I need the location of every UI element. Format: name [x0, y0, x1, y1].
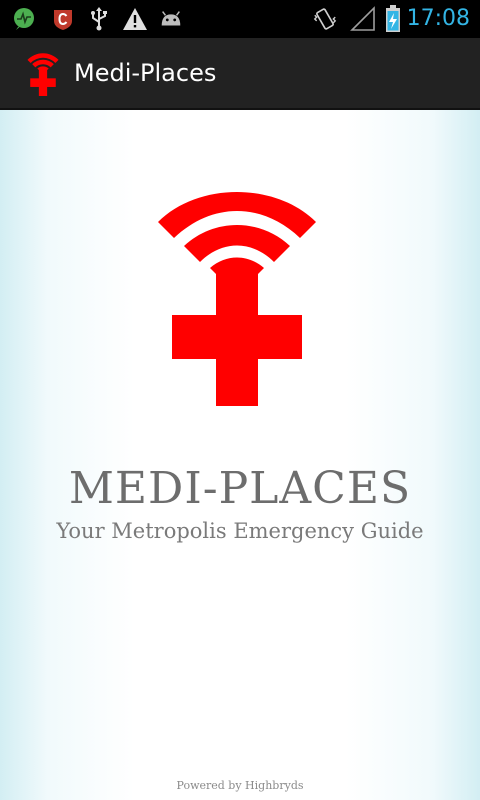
powered-by-footer: Powered by Highbryds	[176, 779, 304, 792]
splash-screen[interactable]: MEDI-PLACES Your Metropolis Emergency Gu…	[0, 110, 480, 800]
usb-icon	[86, 7, 112, 31]
shield-c-icon	[50, 7, 76, 31]
android-icon	[158, 7, 184, 31]
brand-title: MEDI-PLACES	[68, 463, 412, 514]
battery-charging-icon	[380, 5, 406, 32]
warning-icon	[122, 7, 148, 31]
wifi-cross-logo-icon	[158, 182, 316, 406]
activity-icon	[12, 7, 38, 31]
status-clock: 17:08	[406, 6, 470, 31]
app-title: Medi-Places	[74, 59, 217, 87]
signal-icon	[350, 6, 376, 31]
status-bar: 17:08	[0, 0, 480, 38]
brand-subtitle: Your Metropolis Emergency Guide	[56, 519, 424, 543]
medi-places-logo-icon[interactable]	[24, 52, 62, 96]
vibrate-icon	[312, 7, 338, 31]
action-bar: Medi-Places	[0, 38, 480, 110]
